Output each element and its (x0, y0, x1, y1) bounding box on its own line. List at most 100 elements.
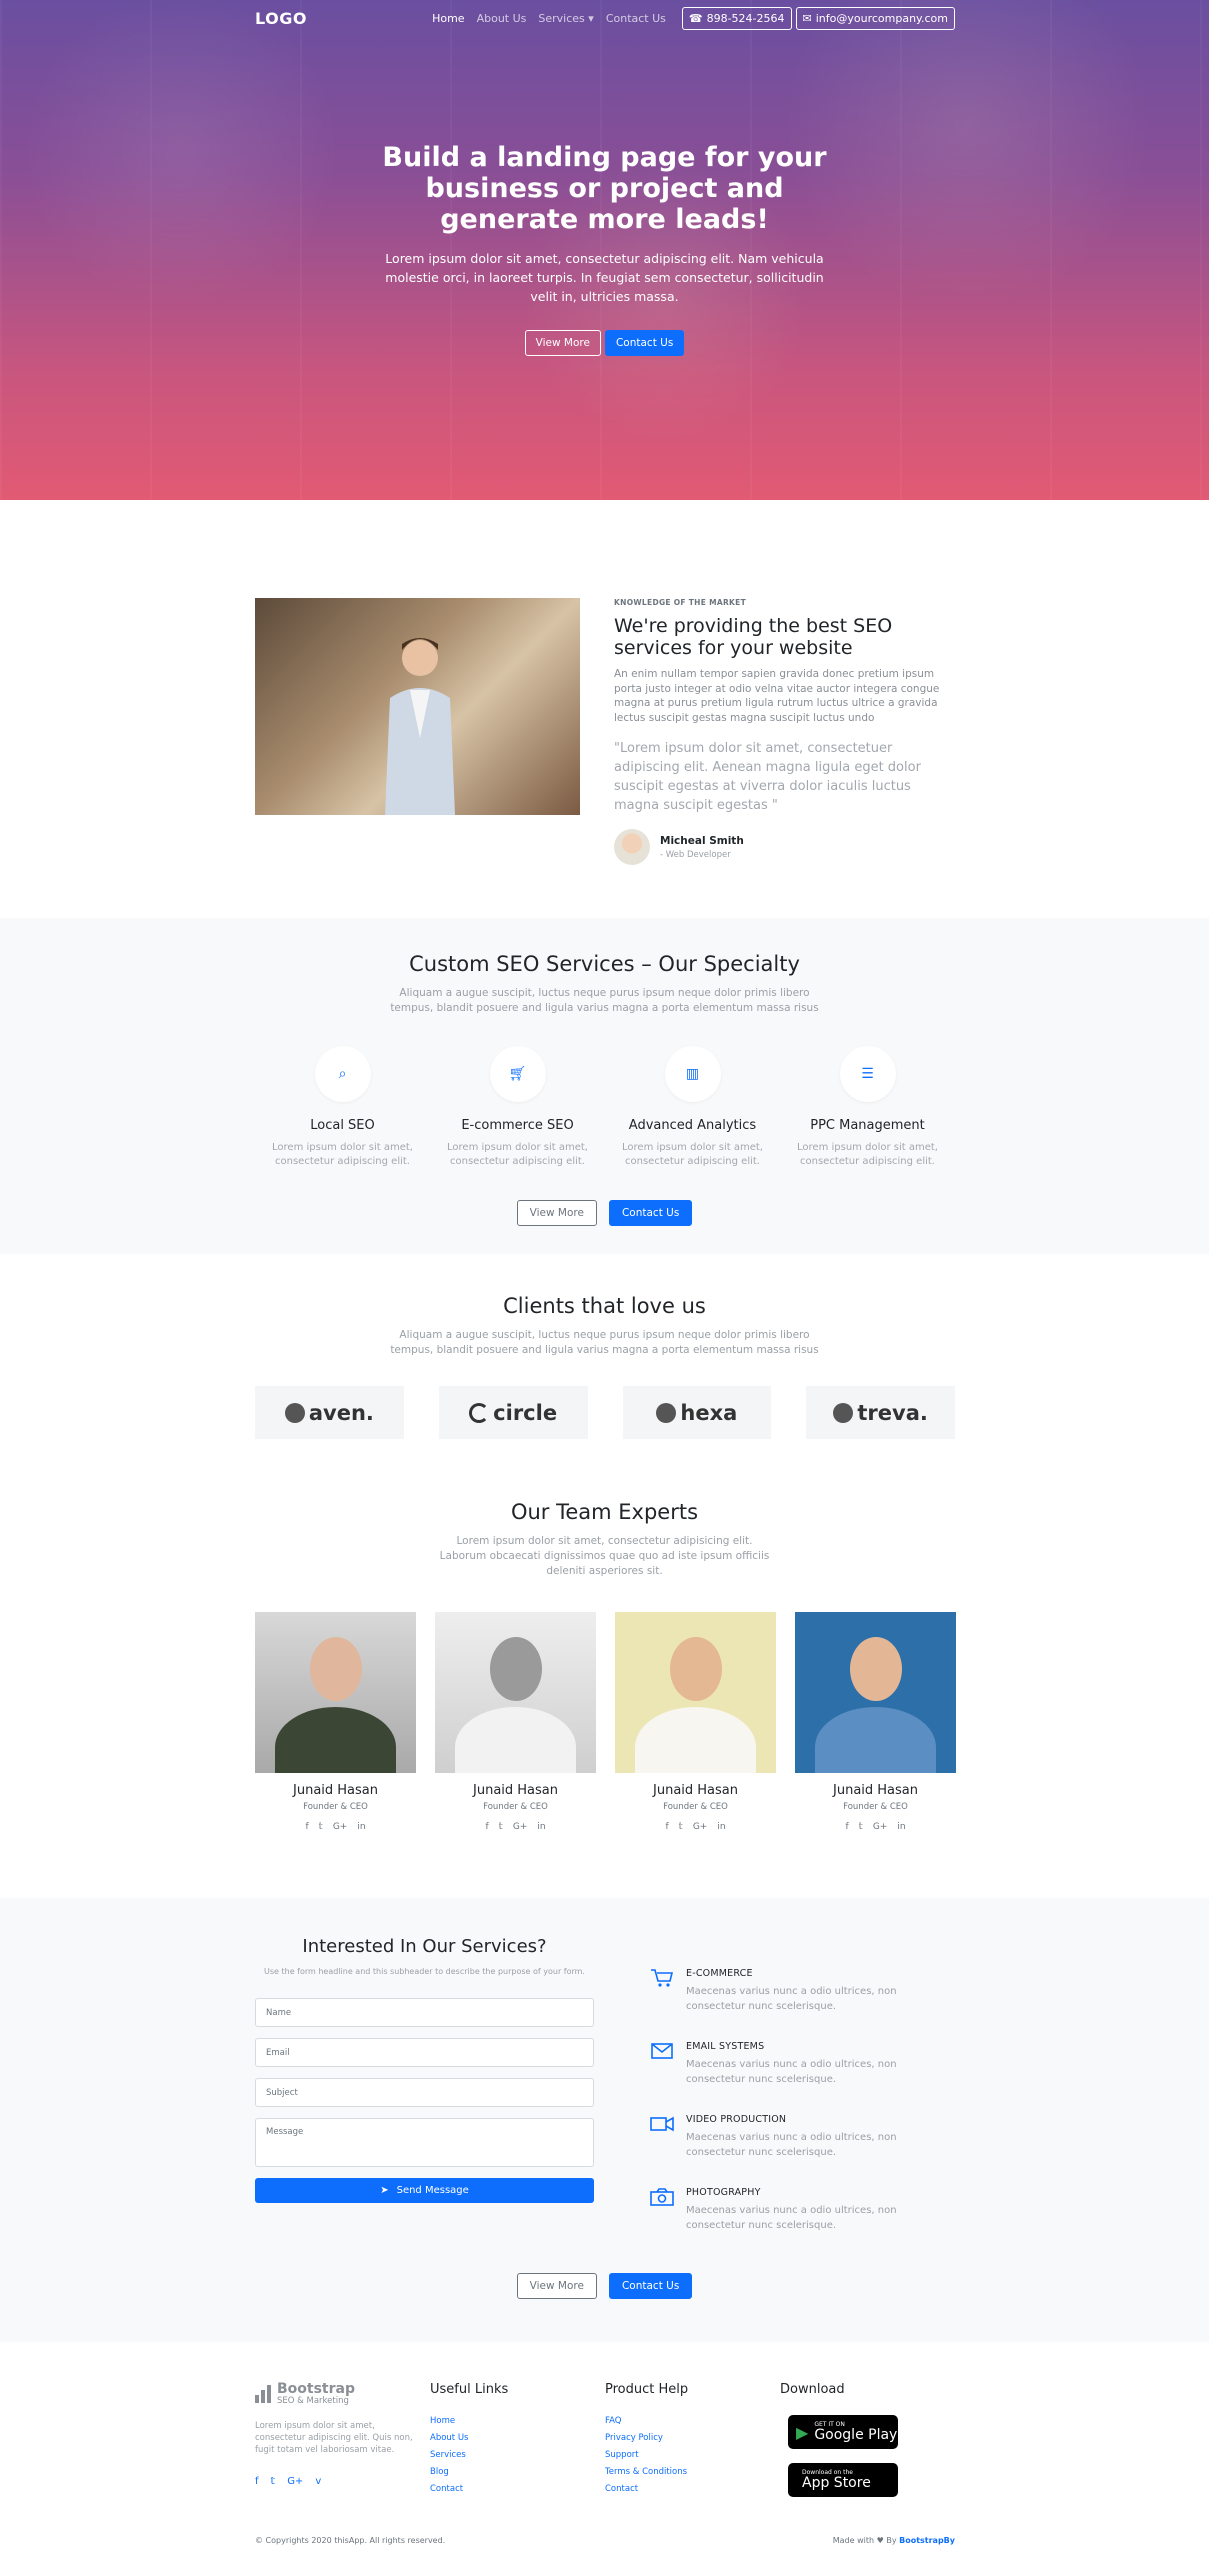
footer-link[interactable]: Home (430, 2413, 605, 2430)
send-message-button[interactable]: ➤ Send Message (255, 2178, 594, 2203)
contact-section: Interested In Our Services? Use the form… (0, 1898, 1209, 2342)
member-photo (255, 1612, 416, 1773)
footer-link[interactable]: Contact (605, 2481, 780, 2498)
linkedin-icon[interactable]: in (897, 1822, 905, 1832)
phone-number: 898-524-2564 (706, 11, 785, 25)
nav-item-services[interactable]: Services ▾ (538, 12, 593, 25)
client-logo-text: aven. (308, 1400, 374, 1425)
hero-section: LOGO Home About Us Services ▾ Contact Us… (0, 0, 1209, 500)
logo[interactable]: LOGO (255, 9, 307, 28)
twitter-icon[interactable]: 𝕥 (679, 1822, 683, 1832)
camera-icon (650, 2187, 674, 2207)
team-member: Junaid Hasan Founder & CEO f 𝕥 G+ in (615, 1612, 776, 1832)
feature-item: EMAIL SYSTEMS Maecenas varius nunc a odio… (650, 2041, 955, 2114)
services-list: ⌕ Local SEO Lorem ipsum dolor sit amet, … (255, 1046, 955, 1169)
client-logo-hexa: hexa (622, 1386, 772, 1439)
footer-heading: Download (780, 2382, 845, 2397)
nav-item-home[interactable]: Home (432, 12, 464, 25)
vimeo-icon[interactable]: v (315, 2476, 321, 2487)
member-role: Founder & CEO (483, 1802, 548, 1812)
team-title: Our Team Experts (510, 1500, 699, 1524)
linkedin-icon[interactable]: in (717, 1822, 725, 1832)
google-plus-icon[interactable]: G+ (693, 1822, 708, 1832)
envelope-icon: ✉ (802, 11, 812, 25)
name-field[interactable]: Name (255, 1998, 594, 2027)
google-play-badge[interactable]: ▶ GET IT ON Google Play (788, 2415, 898, 2449)
footer-link[interactable]: About Us (430, 2430, 605, 2447)
play-store-icon: ▶ (796, 2422, 809, 2442)
member-name: Junaid Hasan (833, 1783, 918, 1798)
twitter-icon[interactable]: 𝕥 (499, 1822, 503, 1832)
email-button[interactable]: ✉ info@yourcompany.com (795, 6, 955, 30)
feature-item: E-COMMERCE Maecenas varius nunc a odio ul… (650, 1968, 955, 2041)
service-text: Lorem ipsum dolor sit amet, consectetur … (447, 1142, 588, 1167)
twitter-icon[interactable]: 𝕥 (859, 1822, 863, 1832)
google-plus-icon[interactable]: G+ (333, 1822, 348, 1832)
member-body (455, 1707, 576, 1773)
twitter-icon[interactable]: 𝕥 (319, 1822, 323, 1832)
footer-description: Lorem ipsum dolor sit amet, consectetur … (255, 2421, 413, 2455)
email-field[interactable]: Email (255, 2038, 594, 2067)
service-title: Advanced Analytics (628, 1118, 757, 1133)
contact-title: Interested In Our Services? (302, 1936, 547, 1957)
linkedin-icon[interactable]: in (537, 1822, 545, 1832)
envelope-icon (650, 2041, 674, 2061)
facebook-icon[interactable]: f (845, 1822, 848, 1832)
navbar: LOGO Home About Us Services ▾ Contact Us… (255, 6, 955, 30)
contact-us-button[interactable]: Contact Us (604, 330, 685, 356)
made-by-link[interactable]: BootstrapBy (899, 2536, 955, 2545)
message-field[interactable]: Message (255, 2118, 594, 2167)
view-more-button[interactable]: View More (524, 330, 601, 356)
view-more-button[interactable]: View More (516, 1200, 597, 1226)
facebook-icon[interactable]: f (665, 1822, 668, 1832)
team-member: Junaid Hasan Founder & CEO f 𝕥 G+ in (435, 1612, 596, 1832)
feature-title: E-COMMERCE (686, 1968, 753, 1979)
search-icon: ⌕ (314, 1046, 371, 1102)
facebook-icon[interactable]: f (255, 2476, 259, 2487)
about-lead: An enim nullam tempor sapien gravida don… (614, 668, 940, 724)
by-text: By (886, 2536, 897, 2545)
member-head (310, 1637, 362, 1701)
footer-link[interactable]: Support (605, 2447, 780, 2464)
footer-link[interactable]: Services (430, 2447, 605, 2464)
feature-text: Maecenas varius nunc a odio ultrices, no… (686, 2132, 897, 2158)
contact-us-button[interactable]: Contact Us (608, 1200, 693, 1226)
video-camera-icon (650, 2114, 674, 2134)
member-head (670, 1637, 722, 1701)
clients-subtitle: Aliquam a augue suscipit, luctus neque p… (390, 1329, 819, 1356)
app-store-badge[interactable]: Download on the App Store (788, 2463, 898, 2497)
google-plus-icon[interactable]: G+ (287, 2476, 303, 2487)
nav-item-about[interactable]: About Us (477, 12, 527, 25)
member-body (275, 1707, 396, 1773)
footer-link[interactable]: Terms & Conditions (605, 2464, 780, 2481)
member-body (815, 1707, 936, 1773)
feature-title: VIDEO PRODUCTION (686, 2114, 787, 2125)
heart-icon: ♥ (876, 2536, 884, 2545)
service-title: PPC Management (810, 1118, 925, 1133)
footer-link[interactable]: Blog (430, 2464, 605, 2481)
badge-big-text: Google Play (814, 2427, 898, 2443)
copyright-bar: © Copyrights 2020 thisApp. All rights re… (255, 2536, 955, 2545)
google-plus-icon[interactable]: G+ (513, 1822, 528, 1832)
send-message-label: Send Message (396, 2185, 469, 2196)
member-role: Founder & CEO (303, 1802, 368, 1812)
about-text: KNOWLEDGE OF THE MARKET We're providing … (614, 598, 955, 865)
chart-icon: ▥ (664, 1046, 721, 1102)
footer-product-help: Product Help FAQ Privacy Policy Support … (605, 2382, 780, 2498)
contact-us-button[interactable]: Contact Us (608, 2273, 693, 2299)
nav-item-contact[interactable]: Contact Us (606, 12, 666, 25)
facebook-icon[interactable]: f (305, 1822, 308, 1832)
footer-logo[interactable]: Bootstrap SEO & Marketing (255, 2382, 430, 2406)
twitter-icon[interactable]: 𝕥 (271, 2476, 276, 2487)
footer-link[interactable]: FAQ (605, 2413, 780, 2430)
google-plus-icon[interactable]: G+ (873, 1822, 888, 1832)
subject-field[interactable]: Subject (255, 2078, 594, 2107)
footer-link[interactable]: Privacy Policy (605, 2430, 780, 2447)
footer-link[interactable]: Contact (430, 2481, 605, 2498)
linkedin-icon[interactable]: in (357, 1822, 365, 1832)
member-name: Junaid Hasan (473, 1783, 558, 1798)
facebook-icon[interactable]: f (485, 1822, 488, 1832)
view-more-button[interactable]: View More (516, 2273, 597, 2299)
phone-button[interactable]: ☎ 898-524-2564 (681, 6, 792, 30)
service-text: Lorem ipsum dolor sit amet, consectetur … (797, 1142, 938, 1167)
